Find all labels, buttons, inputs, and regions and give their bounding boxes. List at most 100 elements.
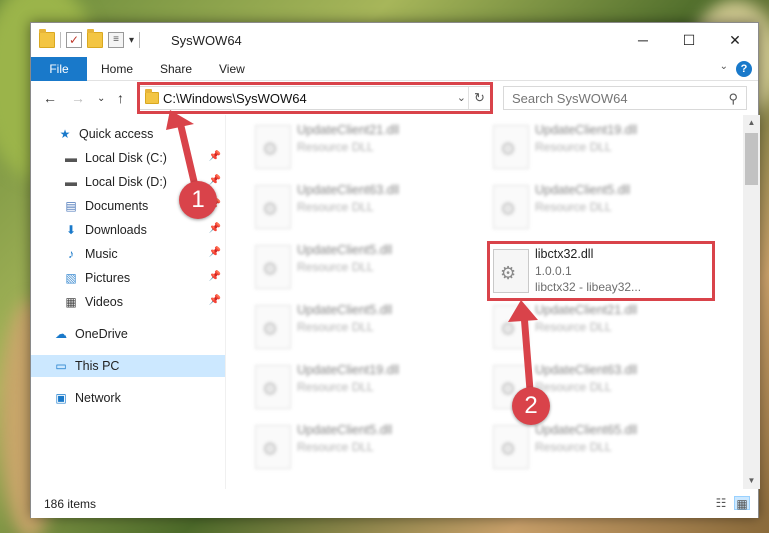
close-button[interactable]: ✕ (712, 23, 758, 57)
scrollbar-thumb[interactable] (745, 133, 758, 185)
tab-share[interactable]: Share (160, 57, 192, 81)
sidebar-item-pictures[interactable]: ▧ Pictures 📌 (31, 267, 225, 289)
refresh-button[interactable]: ↻ (468, 87, 490, 109)
maximize-button[interactable]: ☐ (666, 23, 712, 57)
navigation-pane: ★ Quick access ▬ Local Disk (C:) 📌 ▬ Loc… (31, 115, 225, 489)
scroll-down-icon[interactable]: ▼ (743, 473, 760, 489)
qat-dropdown-icon[interactable]: ▾ (129, 35, 134, 46)
star-icon: ★ (59, 127, 71, 141)
dll-file-icon: ⚙ (493, 185, 529, 229)
sidebar-item-music[interactable]: ♪ Music 📌 (31, 243, 225, 265)
pane-divider[interactable] (225, 115, 226, 489)
sidebar-item-videos[interactable]: ▦ Videos 📌 (31, 291, 225, 313)
sidebar-item-network[interactable]: ▣ Network (31, 387, 225, 409)
file-type: Resource DLL (535, 380, 612, 394)
file-item[interactable]: ⚙ UpdateClient21.dll Resource DLL (247, 119, 467, 173)
tab-file[interactable]: File (31, 57, 87, 81)
back-button[interactable]: ← (43, 90, 57, 106)
tiles-view-icon[interactable]: ▦ (734, 496, 750, 511)
file-type: Resource DLL (535, 140, 612, 154)
customize-icon[interactable]: ≡ (108, 32, 124, 48)
file-item[interactable]: ⚙ UpdateClient21.dll Resource DLL (485, 299, 705, 353)
navigation-bar: ← → ⌄ ↑ C:\Windows\SysWOW64 ⌄ ↻ ⚲ (31, 81, 758, 115)
file-item[interactable]: ⚙ UpdateClient5.dll Resource DLL (247, 299, 467, 353)
sidebar-item-local-disk-c[interactable]: ▬ Local Disk (C:) 📌 (31, 147, 225, 169)
sidebar-item-onedrive[interactable]: ☁ OneDrive (31, 323, 225, 345)
pin-icon: 📌 (208, 151, 221, 162)
network-icon: ▣ (55, 391, 67, 405)
dll-file-icon: ⚙ (255, 245, 291, 289)
step-1-badge: 1 (179, 181, 217, 219)
pictures-icon: ▧ (65, 271, 77, 285)
file-item[interactable]: ⚙ UpdateClient5.dll Resource DLL (485, 179, 705, 233)
tab-view[interactable]: View (219, 57, 245, 81)
file-name: UpdateClient21.dll (535, 303, 638, 317)
forward-button[interactable]: → (71, 90, 85, 106)
recent-locations-button[interactable]: ⌄ (97, 93, 105, 104)
step-2-badge: 2 (512, 387, 550, 425)
item-count: 186 items (44, 497, 97, 511)
search-box[interactable]: ⚲ (503, 86, 747, 110)
toolbar-separator (139, 32, 141, 48)
ribbon: File Home Share View ⌄ ? (31, 57, 758, 81)
file-item[interactable]: ⚙ UpdateClient5.dll Resource DLL (247, 239, 467, 293)
onedrive-icon: ☁ (55, 327, 67, 341)
this-pc-icon: ▭ (55, 359, 67, 373)
file-item[interactable]: ⚙ UpdateClient65.dll Resource DLL (485, 419, 705, 473)
pin-icon: 📌 (208, 271, 221, 282)
sidebar-item-label: Downloads (85, 223, 147, 237)
sidebar-item-label: Local Disk (D:) (85, 175, 167, 189)
up-button[interactable]: ↑ (117, 90, 124, 106)
sidebar-item-label: Pictures (85, 271, 131, 285)
tab-home[interactable]: Home (101, 57, 133, 81)
status-bar: 186 items ☷ ▦ (31, 489, 758, 518)
search-icon[interactable]: ⚲ (728, 91, 738, 107)
file-name: UpdateClient21.dll (297, 123, 400, 137)
file-name: UpdateClient19.dll (535, 123, 638, 137)
file-item[interactable]: ⚙ UpdateClient63.dll Resource DLL (247, 179, 467, 233)
file-explorer-window: ✓ ≡ ▾ SysWOW64 ─ ☐ ✕ File Home Share Vie… (30, 22, 760, 518)
music-icon: ♪ (68, 247, 74, 261)
file-type: Resource DLL (297, 320, 374, 334)
pin-icon: 📌 (208, 247, 221, 258)
file-list: ⚙ UpdateClient21.dll Resource DLL ⚙ Upda… (227, 115, 743, 489)
minimize-button[interactable]: ─ (620, 23, 666, 57)
folder-icon (39, 29, 55, 48)
sidebar-item-this-pc[interactable]: ▭ This PC (31, 355, 225, 377)
collapse-ribbon-icon[interactable]: ⌄ (720, 61, 728, 72)
file-name: UpdateClient5.dll (297, 303, 393, 317)
dll-file-icon: ⚙ (255, 425, 291, 469)
details-view-icon[interactable]: ☷ (713, 496, 729, 510)
sidebar-item-downloads[interactable]: ⬇ Downloads 📌 (31, 219, 225, 241)
pin-icon: 📌 (208, 295, 221, 306)
scroll-up-icon[interactable]: ▲ (743, 115, 760, 131)
dll-file-icon: ⚙ (493, 249, 529, 293)
address-dropdown-icon[interactable]: ⌄ (457, 91, 466, 104)
sidebar-item-quick-access[interactable]: ★ Quick access (31, 123, 225, 145)
file-type: Resource DLL (535, 320, 612, 334)
address-bar[interactable]: C:\Windows\SysWOW64 ⌄ ↻ (138, 86, 491, 110)
dll-file-icon: ⚙ (493, 305, 529, 349)
file-item-libctx32[interactable]: ⚙ libctx32.dll 1.0.0.1 libctx32 - libeay… (485, 243, 705, 297)
new-folder-icon[interactable] (87, 29, 103, 48)
file-type: Resource DLL (535, 440, 612, 454)
vertical-scrollbar[interactable]: ▲ ▼ (743, 115, 760, 489)
address-path[interactable]: C:\Windows\SysWOW64 (163, 91, 307, 106)
file-type: Resource DLL (297, 200, 374, 214)
sidebar-item-label: Videos (85, 295, 123, 309)
file-item[interactable]: ⚙ UpdateClient19.dll Resource DLL (247, 359, 467, 413)
file-item[interactable]: ⚙ UpdateClient5.dll Resource DLL (247, 419, 467, 473)
file-description: libctx32 - libeay32... (535, 280, 642, 294)
help-icon[interactable]: ? (736, 61, 752, 77)
dll-file-icon: ⚙ (493, 125, 529, 169)
file-name: UpdateClient63.dll (535, 363, 638, 377)
folder-icon (145, 89, 159, 104)
dll-file-icon: ⚙ (255, 305, 291, 349)
dll-file-icon: ⚙ (255, 185, 291, 229)
dll-file-icon: ⚙ (493, 425, 529, 469)
properties-check-icon[interactable]: ✓ (66, 32, 82, 48)
toolbar-separator (60, 32, 61, 48)
file-name: UpdateClient65.dll (535, 423, 638, 437)
file-item[interactable]: ⚙ UpdateClient19.dll Resource DLL (485, 119, 705, 173)
search-input[interactable] (504, 87, 704, 109)
